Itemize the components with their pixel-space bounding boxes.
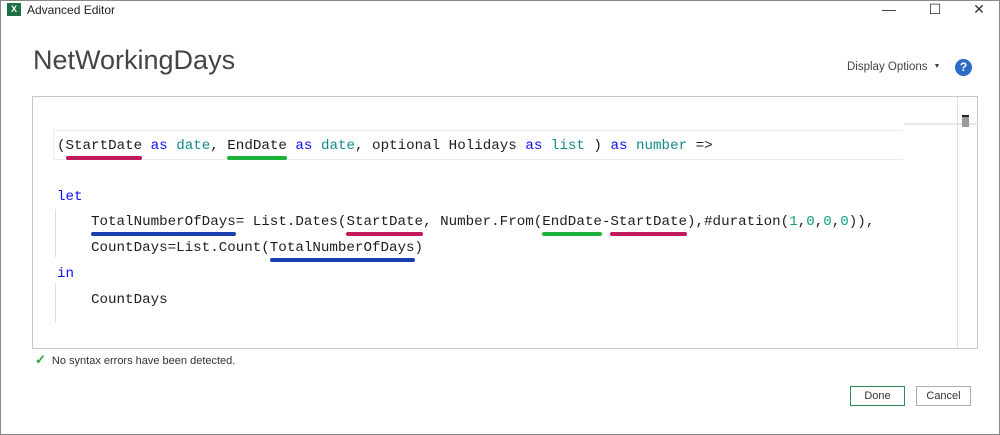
highlighted-token: StartDate	[65, 138, 143, 160]
annotation-underline	[346, 232, 424, 236]
code-token: , optional Holidays	[355, 138, 526, 154]
code-token: 0	[840, 214, 849, 230]
code-line: CountDays=List.Count(TotalNumberOfDays)	[91, 239, 424, 262]
code-token: date	[176, 138, 211, 154]
highlighted-token: StartDate	[610, 214, 688, 236]
annotation-underline	[227, 156, 287, 160]
code-token: list	[550, 138, 585, 154]
annotation-underline	[269, 258, 415, 262]
annotation-underline	[542, 232, 602, 236]
code-token: ,	[797, 214, 807, 230]
highlighted-token: StartDate	[346, 214, 424, 236]
indent-guide	[55, 209, 56, 257]
code-token: =>	[687, 138, 713, 154]
code-token: 0	[806, 214, 815, 230]
annotation-underline	[65, 156, 143, 160]
code-token: ,	[814, 214, 824, 230]
code-line: TotalNumberOfDays = List.Dates(StartDate,…	[91, 213, 875, 236]
code-line: let	[57, 188, 83, 206]
help-icon[interactable]: ?	[955, 59, 972, 76]
done-button[interactable]: Done	[850, 386, 905, 406]
code-token: number	[636, 138, 688, 154]
highlighted-token: EndDate	[542, 214, 602, 236]
code-token: 0	[823, 214, 832, 230]
cancel-button[interactable]: Cancel	[916, 386, 971, 406]
code-token: 1	[789, 214, 798, 230]
code-token: as	[150, 138, 168, 154]
window-title: Advanced Editor	[27, 3, 116, 17]
annotation-underline	[91, 232, 236, 236]
code-token: , Number.From(	[423, 214, 543, 230]
display-options-dropdown[interactable]: Display Options ▼	[847, 61, 940, 73]
code-token: date	[320, 138, 356, 154]
highlighted-token: TotalNumberOfDays	[91, 214, 236, 236]
indent-guide	[55, 283, 56, 323]
annotation-underline	[610, 232, 688, 236]
code-line: (StartDate as date, EndDate as date, opt…	[57, 137, 713, 160]
highlighted-token: TotalNumberOfDays	[269, 240, 415, 262]
code-token: ,	[831, 214, 841, 230]
code-token: )),	[848, 214, 875, 230]
code-token: ,	[210, 138, 228, 154]
caret-down-icon: ▼	[933, 63, 941, 70]
code-token: CountDays=List.Count(	[91, 240, 270, 256]
checkmark-icon: ✓	[35, 352, 46, 367]
title-bar: X Advanced Editor — ☐ ✕	[1, 1, 1000, 19]
scrollbar-thumb[interactable]	[962, 115, 969, 127]
code-token: as	[525, 138, 543, 154]
highlighted-token: EndDate	[227, 138, 287, 160]
code-line: in	[57, 265, 74, 283]
code-token: )	[414, 240, 424, 256]
display-options-label: Display Options	[847, 61, 928, 73]
syntax-status: ✓ No syntax errors have been detected.	[35, 352, 235, 368]
code-token: let	[57, 189, 83, 205]
maximize-button[interactable]: ☐	[915, 1, 955, 19]
code-token: CountDays	[91, 292, 168, 308]
code-token: as	[610, 138, 628, 154]
code-line: CountDays	[91, 291, 168, 309]
code-editor[interactable]: (StartDate as date, EndDate as date, opt…	[32, 96, 978, 349]
code-token: (	[57, 138, 66, 154]
query-name-title: NetWorkingDays	[33, 45, 236, 75]
excel-icon: X	[7, 3, 21, 16]
code-token: )	[584, 138, 611, 154]
vertical-scrollbar[interactable]	[957, 97, 977, 348]
code-token: ),#duration(	[687, 214, 790, 230]
close-button[interactable]: ✕	[959, 1, 999, 19]
code-token: as	[295, 138, 313, 154]
code-token: in	[57, 266, 75, 282]
syntax-status-text: No syntax errors have been detected.	[51, 355, 236, 367]
code-token: = List.Dates(	[235, 214, 347, 230]
minimize-button[interactable]: —	[869, 1, 909, 19]
